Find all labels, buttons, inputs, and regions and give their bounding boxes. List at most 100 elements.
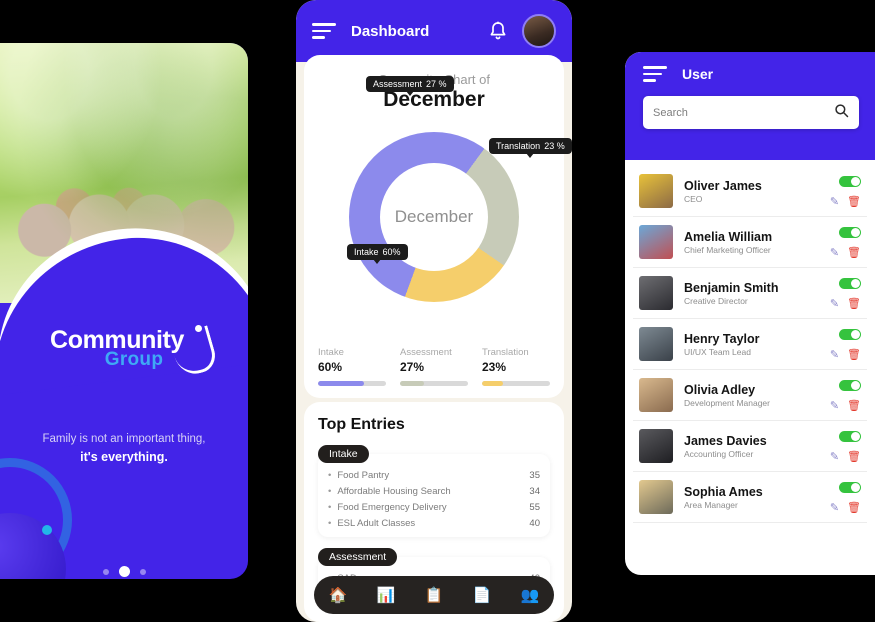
row-actions: ✎ 🗑 bbox=[815, 429, 861, 463]
dashboard-panel: Dashboard Composite Chart of December De… bbox=[296, 0, 572, 622]
list-item[interactable]: • Food Emergency Delivery 55 bbox=[326, 499, 542, 515]
search-input[interactable] bbox=[653, 106, 834, 119]
table-row[interactable]: Henry Taylor UI/UX Team Lead ✎ 🗑 bbox=[633, 319, 867, 370]
legend-value: 23% bbox=[482, 360, 507, 374]
user-meta: Sophia Ames Area Manager bbox=[684, 485, 815, 510]
bottom-navigation-bar[interactable]: 🏠 📊 📋 📄 👥 bbox=[314, 576, 554, 614]
trash-icon[interactable]: 🗑 bbox=[847, 246, 861, 259]
top-entries-title: Top Entries bbox=[318, 416, 405, 433]
table-row[interactable]: Olivia Adley Development Manager ✎ 🗑 bbox=[633, 370, 867, 421]
user-name: Henry Taylor bbox=[684, 331, 760, 346]
table-row[interactable]: Amelia William Chief Marketing Officer ✎ 🗑 bbox=[633, 217, 867, 268]
user-meta: Henry Taylor UI/UX Team Lead bbox=[684, 332, 815, 357]
list-item[interactable]: • ESL Adult Classes 40 bbox=[326, 515, 542, 531]
trash-icon[interactable]: 🗑 bbox=[847, 297, 861, 310]
avatar bbox=[639, 276, 673, 310]
pencil-icon[interactable]: ✎ bbox=[830, 246, 839, 259]
pencil-icon[interactable]: ✎ bbox=[830, 501, 839, 514]
entry-group-body: • Food Pantry 35 • Affordable Housing Search… bbox=[318, 454, 550, 537]
user-name: James Davies bbox=[684, 433, 767, 448]
pencil-icon[interactable]: ✎ bbox=[830, 195, 839, 208]
pager-dot-2-active[interactable] bbox=[118, 566, 130, 578]
hamburger-icon[interactable] bbox=[643, 66, 667, 82]
status-toggle[interactable] bbox=[839, 278, 861, 289]
avatar bbox=[639, 174, 673, 208]
home-icon[interactable]: 🏠 bbox=[329, 588, 348, 603]
user-page-title: User bbox=[682, 66, 714, 82]
decorative-dot bbox=[42, 525, 52, 535]
status-toggle[interactable] bbox=[839, 227, 861, 238]
status-toggle[interactable] bbox=[839, 329, 861, 340]
user-meta: Olivia Adley Development Manager bbox=[684, 383, 815, 408]
status-toggle[interactable] bbox=[839, 380, 861, 391]
tooltip-assessment-label: Assessment bbox=[373, 79, 423, 89]
search-icon[interactable] bbox=[834, 103, 849, 123]
bullet-icon: • bbox=[328, 501, 332, 513]
legend-item-intake: Intake 60% bbox=[318, 347, 386, 386]
trash-icon[interactable]: 🗑 bbox=[847, 501, 861, 514]
row-actions: ✎ 🗑 bbox=[815, 378, 861, 412]
trash-icon[interactable]: 🗑 bbox=[847, 348, 861, 361]
pager-dot-3[interactable] bbox=[139, 568, 146, 575]
entry-name: ESL Adult Classes bbox=[337, 517, 416, 529]
bullet-icon: • bbox=[328, 517, 332, 529]
user-name: Sophia Ames bbox=[684, 484, 763, 499]
tooltip-translation: Translation 23 % bbox=[489, 138, 572, 158]
user-role: CEO bbox=[684, 193, 703, 204]
entry-name: Food Pantry bbox=[337, 469, 390, 481]
table-row[interactable]: James Davies Accounting Officer ✎ 🗑 bbox=[633, 421, 867, 472]
row-actions: ✎ 🗑 bbox=[815, 327, 861, 361]
pencil-icon[interactable]: ✎ bbox=[830, 297, 839, 310]
search-bar[interactable] bbox=[643, 96, 859, 129]
user-meta: Oliver James CEO bbox=[684, 179, 815, 204]
list-item[interactable]: • Affordable Housing Search 34 bbox=[326, 483, 542, 499]
legend-progress-fill bbox=[318, 381, 365, 386]
row-actions: ✎ 🗑 bbox=[815, 276, 861, 310]
trash-icon[interactable]: 🗑 bbox=[847, 450, 861, 463]
status-toggle[interactable] bbox=[839, 431, 861, 442]
pencil-icon[interactable]: ✎ bbox=[830, 450, 839, 463]
pager-dot-1[interactable] bbox=[102, 568, 109, 575]
tooltip-translation-label: Translation bbox=[496, 141, 541, 151]
user-list: Oliver James CEO ✎ 🗑 Amelia William Chief Mar… bbox=[625, 160, 875, 533]
row-actions: ✎ 🗑 bbox=[815, 480, 861, 514]
table-row[interactable]: Oliver James CEO ✎ 🗑 bbox=[633, 166, 867, 217]
entry-count: 55 bbox=[529, 501, 540, 513]
table-row[interactable]: Benjamin Smith Creative Director ✎ 🗑 bbox=[633, 268, 867, 319]
composite-chart-card: Composite Chart of December December Ass… bbox=[304, 55, 572, 398]
pencil-icon[interactable]: ✎ bbox=[830, 399, 839, 412]
row-actions: ✎ 🗑 bbox=[815, 225, 861, 259]
splash-screen-panel: Community Group Family is not an importa… bbox=[0, 43, 248, 579]
brand-logo: Community Group bbox=[0, 325, 248, 379]
tooltip-intake: Intake 60% bbox=[347, 244, 408, 264]
entry-count: 35 bbox=[529, 469, 540, 481]
user-meta: Amelia William Chief Marketing Officer bbox=[684, 230, 815, 255]
status-toggle[interactable] bbox=[839, 482, 861, 493]
bell-icon[interactable] bbox=[488, 20, 508, 42]
trash-icon[interactable]: 🗑 bbox=[847, 399, 861, 412]
legend-value: 60% bbox=[318, 360, 343, 374]
list-item[interactable]: • Food Pantry 35 bbox=[326, 467, 542, 483]
chart-easel-icon[interactable]: 📊 bbox=[377, 588, 396, 603]
user-list-panel: User Oliver JamesCEO✎🗑Amelia WilliamChie… bbox=[625, 52, 875, 575]
pencil-icon[interactable]: ✎ bbox=[830, 348, 839, 361]
pager-dots[interactable] bbox=[0, 563, 248, 579]
legend-progress-bar bbox=[400, 381, 468, 386]
bullet-icon: • bbox=[328, 469, 332, 481]
report-document-icon[interactable]: 📄 bbox=[473, 588, 492, 603]
trash-icon[interactable]: 🗑 bbox=[847, 195, 861, 208]
hamburger-icon[interactable] bbox=[312, 23, 336, 39]
status-toggle[interactable] bbox=[839, 176, 861, 187]
user-role: Accounting Officer bbox=[684, 448, 754, 459]
legend-progress-bar bbox=[482, 381, 550, 386]
avatar bbox=[639, 429, 673, 463]
splash-tagline: Family is not an important thing, it's e… bbox=[0, 431, 248, 466]
table-row[interactable]: Sophia Ames Area Manager ✎ 🗑 bbox=[633, 472, 867, 523]
people-icon[interactable]: 👥 bbox=[521, 588, 540, 603]
clipboard-icon[interactable]: 📋 bbox=[425, 588, 444, 603]
legend-label: Intake bbox=[318, 347, 344, 358]
donut-chart[interactable]: December Assessment 27 % Translation 23 % … bbox=[347, 76, 572, 302]
avatar[interactable] bbox=[522, 14, 556, 48]
tooltip-intake-value: 60% bbox=[382, 247, 401, 257]
user-role: Creative Director bbox=[684, 295, 748, 306]
